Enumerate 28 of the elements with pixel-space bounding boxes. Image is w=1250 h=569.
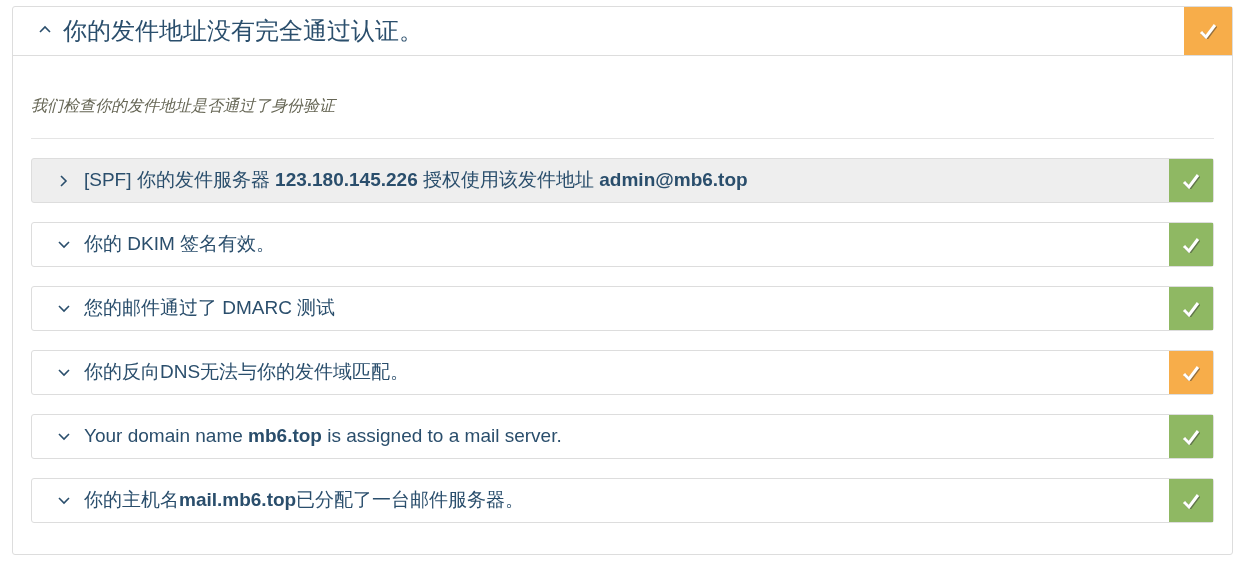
panel-header[interactable]: 你的发件地址没有完全通过认证。 xyxy=(13,7,1232,56)
check-row[interactable]: 你的 DKIM 签名有效。 xyxy=(31,222,1214,267)
check-row[interactable]: 您的邮件通过了 DMARC 测试 xyxy=(31,286,1214,331)
chevron-down-icon xyxy=(58,302,70,315)
chevron-down-icon xyxy=(58,366,70,379)
check-icon xyxy=(1182,492,1200,509)
check-row[interactable]: 你的反向DNS无法与你的发件域匹配。 xyxy=(31,350,1214,395)
check-text: [SPF] 你的发件服务器 123.180.145.226 授权使用该发件地址 admin@mb6.top xyxy=(84,168,748,193)
check-text: 你的反向DNS无法与你的发件域匹配。 xyxy=(84,360,410,385)
check-row[interactable]: [SPF] 你的发件服务器 123.180.145.226 授权使用该发件地址 admin@mb6.top xyxy=(31,158,1214,203)
panel-title: 你的发件地址没有完全通过认证。 xyxy=(63,16,423,46)
check-icon xyxy=(1182,428,1200,445)
chevron-down-icon xyxy=(58,238,70,251)
check-text: 您的邮件通过了 DMARC 测试 xyxy=(84,296,336,321)
check-text: 你的主机名mail.mb6.top已分配了一台邮件服务器。 xyxy=(84,488,525,513)
check-text: Your domain name mb6.top is assigned to a mail server. xyxy=(84,424,562,449)
check-icon xyxy=(1182,364,1200,381)
chevron-down-icon xyxy=(58,430,70,443)
check-icon xyxy=(1182,300,1200,317)
check-row[interactable]: 你的主机名mail.mb6.top已分配了一台邮件服务器。 xyxy=(31,478,1214,523)
chevron-right-icon xyxy=(58,174,70,187)
check-row[interactable]: Your domain name mb6.top is assigned to a mail server. xyxy=(31,414,1214,459)
check-text: 你的 DKIM 签名有效。 xyxy=(84,232,276,257)
check-icon xyxy=(1182,172,1200,189)
check-icon xyxy=(1182,236,1200,253)
check-icon xyxy=(1199,23,1217,39)
chevron-down-icon xyxy=(58,494,70,507)
panel-subtitle: 我们检查你的发件地址是否通过了身份验证 xyxy=(31,97,335,114)
